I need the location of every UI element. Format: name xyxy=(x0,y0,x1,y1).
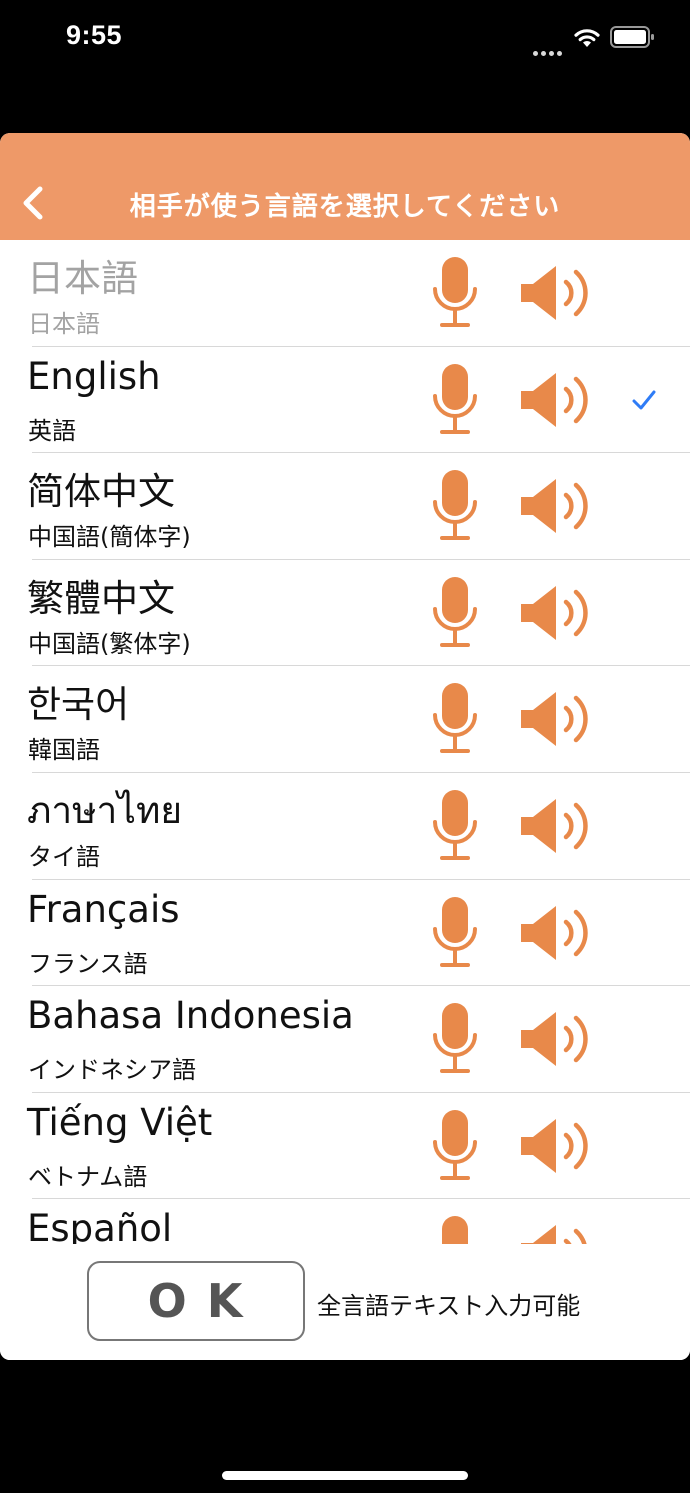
status-bar: 9:55 xyxy=(0,0,690,80)
language-row[interactable]: Tiếng Việt ベトナム語 xyxy=(0,1093,690,1200)
language-japanese-name: 日本語 xyxy=(28,310,100,338)
footer-note: 全言語テキスト入力可能 xyxy=(317,1292,581,1320)
language-list: 日本語 日本語 English 英語 简体中文 中国語(簡体字) 繁體中文 中国語(繁体… xyxy=(0,240,690,1244)
microphone-icon[interactable] xyxy=(432,1003,478,1075)
language-row[interactable]: 简体中文中国語(簡体字) xyxy=(0,453,690,560)
microphone-icon[interactable] xyxy=(432,789,478,862)
language-row[interactable]: Bahasa Indonesia インドネシア語 xyxy=(0,986,690,1093)
home-indicator xyxy=(222,1471,468,1480)
speaker-icon[interactable] xyxy=(518,1008,594,1070)
language-name: Tiếng Việt xyxy=(27,1100,213,1144)
speaker-icon[interactable] xyxy=(518,582,594,644)
language-japanese-name: タイ語 xyxy=(28,842,100,871)
language-row[interactable]: Español xyxy=(0,1199,690,1244)
ok-button[interactable]: OK xyxy=(87,1261,305,1341)
microphone-icon[interactable] xyxy=(432,257,478,329)
speaker-icon[interactable] xyxy=(518,1115,594,1177)
language-name: 한국어 xyxy=(27,683,130,727)
speaker-icon[interactable] xyxy=(518,688,594,750)
microphone-icon[interactable] xyxy=(432,896,478,969)
header: 相手が使う言語を選択してください xyxy=(0,133,690,240)
language-japanese-name: 中国語(簡体字) xyxy=(28,523,191,552)
wifi-icon xyxy=(574,29,600,47)
speaker-icon[interactable] xyxy=(518,795,594,857)
language-name: 繁體中文 xyxy=(27,576,175,620)
language-name: 简体中文 xyxy=(27,470,175,514)
language-row[interactable]: 한국어 韓国語 xyxy=(0,666,690,773)
language-row[interactable]: 繁體中文中国語(繁体字) xyxy=(0,560,690,667)
speaker-icon[interactable] xyxy=(518,1221,594,1244)
checkmark-icon xyxy=(632,389,656,411)
microphone-icon[interactable] xyxy=(432,576,478,649)
language-name: Español xyxy=(27,1207,173,1244)
language-name: 日本語 xyxy=(27,257,138,300)
page-title: 相手が使う言語を選択してください xyxy=(129,192,561,222)
language-japanese-name: 英語 xyxy=(28,416,76,445)
language-name: Bahasa Indonesia xyxy=(27,994,354,1038)
speaker-icon[interactable] xyxy=(518,262,594,324)
microphone-icon[interactable] xyxy=(432,1109,478,1182)
speaker-icon[interactable] xyxy=(518,369,594,431)
language-japanese-name: 中国語(繁体字) xyxy=(28,629,191,658)
language-japanese-name: インドネシア語 xyxy=(28,1056,196,1085)
language-japanese-name: フランス語 xyxy=(28,949,148,978)
speaker-icon[interactable] xyxy=(518,902,594,964)
language-japanese-name: ベトナム語 xyxy=(28,1162,148,1191)
microphone-icon[interactable] xyxy=(432,363,478,436)
language-name: Français xyxy=(27,887,180,931)
language-row[interactable]: English 英語 xyxy=(0,347,690,454)
footer: OK 全言語テキスト入力可能 xyxy=(0,1244,690,1360)
battery-icon xyxy=(610,26,654,48)
microphone-icon[interactable] xyxy=(432,1216,478,1244)
microphone-icon[interactable] xyxy=(432,470,478,542)
language-row[interactable]: 日本語 日本語 xyxy=(0,240,690,347)
signal-icon xyxy=(533,41,567,56)
language-name: English xyxy=(27,354,161,398)
language-name: ภาษาไทย xyxy=(27,788,183,832)
language-row[interactable]: ภาษาไทย タイ語 xyxy=(0,773,690,880)
language-row[interactable]: Français フランス語 xyxy=(0,880,690,987)
microphone-icon[interactable] xyxy=(432,683,478,755)
language-japanese-name: 韓国語 xyxy=(28,736,100,765)
speaker-icon[interactable] xyxy=(518,475,594,537)
status-time: 9:55 xyxy=(66,20,123,50)
language-select-sheet: 相手が使う言語を選択してください 日本語 日本語 English 英語 简体中文 中国… xyxy=(0,133,690,1360)
